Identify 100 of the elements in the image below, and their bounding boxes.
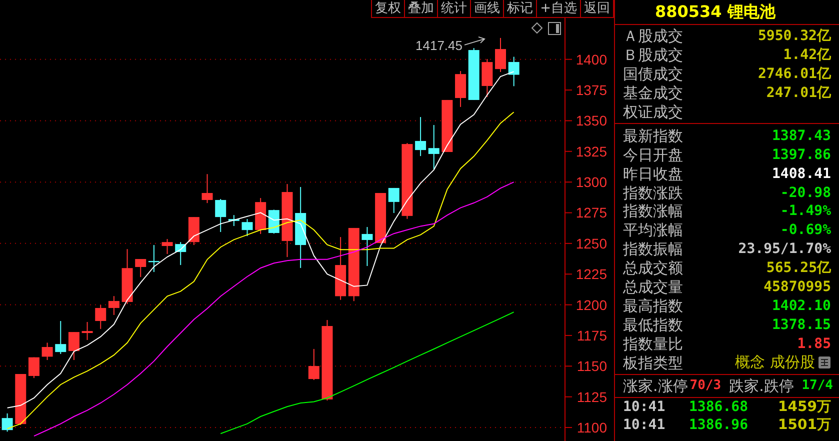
candlestick [508, 56, 520, 87]
stat-label: 指数振幅 [623, 240, 683, 258]
stat-value: -0.69% [780, 221, 831, 240]
candlestick [442, 99, 453, 152]
stat-label: Ｂ股成交 [623, 46, 683, 64]
toolbar-button[interactable]: 复权 [371, 0, 404, 18]
stat-label: 基金成交 [623, 84, 683, 102]
axis-label: 1175 [576, 327, 607, 344]
stat-value: 70/3 [690, 377, 722, 396]
stat-value: 1.85 [797, 334, 831, 353]
candlestick [108, 296, 120, 316]
candlestick [415, 116, 426, 157]
stat-label: 权证成交 [623, 103, 683, 121]
tick-price: 1386.68 [689, 399, 750, 416]
candlestick [375, 192, 386, 244]
candlestick [242, 218, 253, 237]
axis-label: 1350 [576, 112, 607, 129]
candlestick [122, 248, 133, 305]
candlestick [268, 209, 280, 234]
stat-value: 23.95/1.70% [738, 240, 831, 258]
candlestick [42, 342, 53, 360]
candlestick [15, 374, 26, 426]
stat-value: 17/4 [802, 377, 833, 396]
candlestick [495, 37, 506, 72]
stat-label: 指数涨幅 [623, 202, 683, 220]
tick-time: 10:41 [623, 399, 666, 416]
stat-value: 1.42亿 [783, 46, 831, 64]
stat-label: 总成交量 [623, 278, 683, 296]
toolbar-button[interactable]: 标记 [503, 0, 536, 18]
stat-label: 昨日收盘 [623, 164, 683, 183]
diamond-icon[interactable] [531, 22, 543, 34]
candlestick [255, 198, 266, 234]
candlestick [82, 321, 93, 340]
axis-label: 1100 [576, 420, 607, 436]
candlestick [68, 332, 80, 360]
candlestick [455, 70, 466, 108]
stat-label: 板指类型 [623, 354, 683, 372]
candlestick [428, 124, 440, 170]
peak-label: 1417.45 [416, 38, 462, 53]
candlestick [362, 226, 373, 266]
candlestick [335, 236, 346, 300]
candlestick [388, 187, 400, 214]
candlestick [148, 244, 160, 273]
stat-value: 247.01亿 [766, 84, 831, 102]
stat-label: 指数量比 [623, 334, 683, 353]
tick-volume: 1459万 [777, 398, 831, 416]
toolbar-button[interactable]: +自选 [536, 0, 580, 18]
stat-label: 涨家.涨停 [623, 377, 688, 396]
stat-value: 2746.01亿 [758, 65, 831, 84]
axis-label: 1200 [576, 296, 607, 313]
stat-value: 1402.10 [772, 296, 831, 315]
leader-arrow [464, 36, 486, 46]
stat-label: 最新指数 [623, 126, 683, 145]
stat-label: 总成交额 [623, 259, 683, 278]
axis-label: 1325 [576, 143, 607, 160]
stat-value: 565.25亿 [766, 259, 831, 278]
list-icon[interactable] [818, 356, 831, 370]
tick-time: 10:41 [623, 417, 666, 434]
candlestick [175, 242, 186, 266]
candlestick [468, 48, 480, 100]
candlestick [162, 238, 173, 254]
toolbar-button[interactable]: 叠加 [404, 0, 438, 18]
candlestick [2, 412, 13, 432]
axis-label: 1150 [576, 358, 607, 374]
axis-label: 1225 [576, 266, 607, 282]
stat-value: 1387.43 [772, 126, 831, 145]
candlestick [202, 174, 213, 204]
axis-label: 1250 [576, 235, 607, 252]
stat-value: 1378.15 [772, 316, 831, 334]
toolbar-button[interactable]: 画线 [470, 0, 504, 18]
panel-toggle-icon[interactable] [548, 22, 561, 35]
toolbar-button[interactable]: 返回 [580, 0, 614, 18]
candlestick [308, 348, 320, 380]
axis-label: 1400 [576, 51, 607, 68]
stat-value: 5950.32亿 [758, 27, 831, 46]
candlestick [188, 216, 200, 246]
candlestick [482, 58, 493, 98]
candlestick [135, 258, 146, 278]
candlestick [28, 356, 40, 379]
stat-label: 最高指数 [623, 296, 683, 315]
stat-label: 跌家.跌停 [729, 377, 794, 396]
tick-volume: 1501万 [777, 416, 831, 434]
stat-value: 1397.86 [772, 146, 831, 164]
candlestick [95, 304, 106, 330]
stat-label: 最低指数 [623, 316, 683, 334]
stat-value: 45870995 [764, 278, 831, 296]
stat-value: 1408.41 [772, 164, 831, 183]
stat-label: 平均涨幅 [623, 221, 683, 240]
stat-value: -1.49% [780, 202, 831, 220]
stat-label: 国债成交 [623, 65, 683, 84]
tick-price: 1386.96 [689, 417, 750, 434]
axis-label: 1275 [576, 204, 607, 221]
index-title: 880534 锂电池 [655, 2, 776, 22]
stat-value: 概念 成份股 [735, 353, 815, 372]
candlestick [228, 214, 240, 226]
axis-label: 1125 [576, 388, 607, 405]
toolbar-button[interactable]: 统计 [437, 0, 470, 18]
stat-label: 指数涨跌 [623, 184, 683, 202]
candlestick [215, 198, 226, 233]
candlestick [55, 320, 66, 354]
